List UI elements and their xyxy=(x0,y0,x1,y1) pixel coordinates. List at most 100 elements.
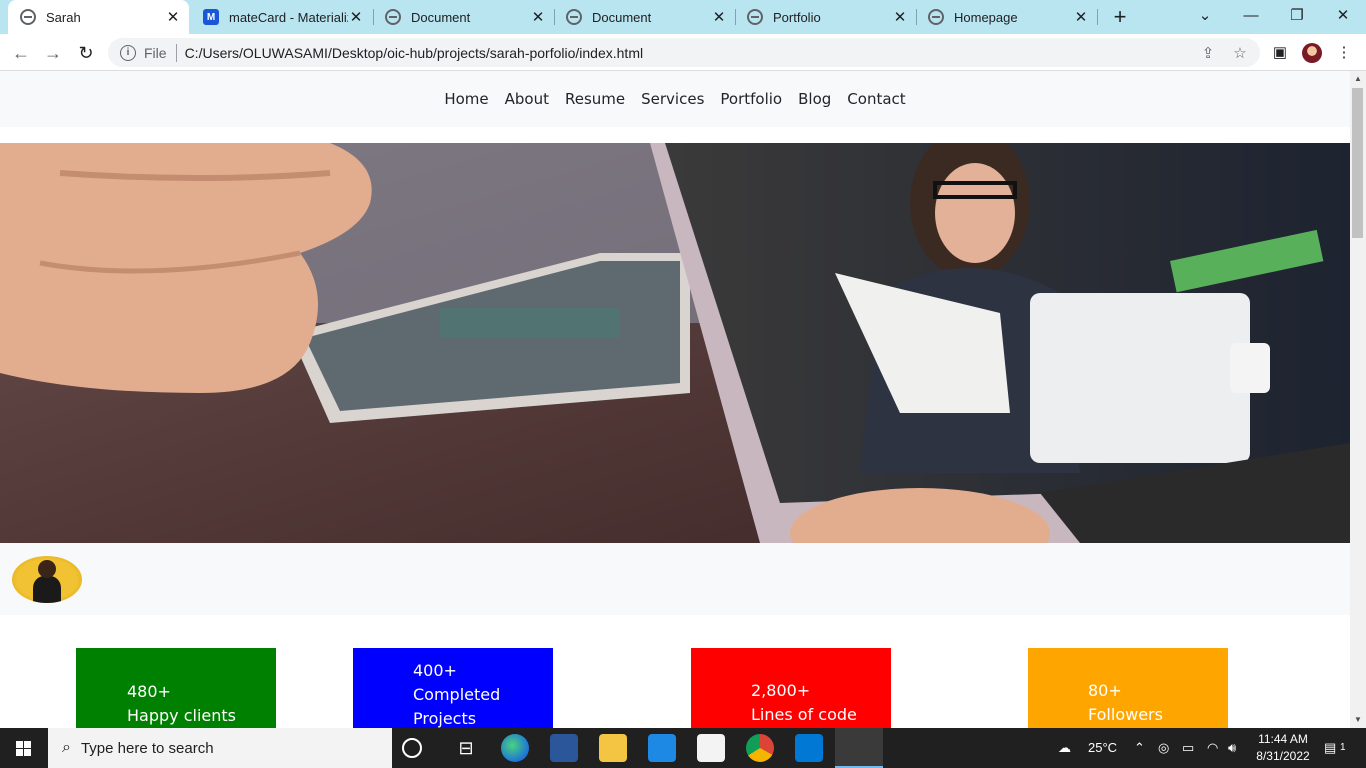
url-text[interactable]: C:/Users/OLUWASAMI/Desktop/oic-hub/proje… xyxy=(185,45,1196,61)
close-icon[interactable]: ✕ xyxy=(892,8,908,26)
tab-title: Sarah xyxy=(46,9,81,25)
mail-icon[interactable] xyxy=(648,734,676,762)
stat-label: Followers xyxy=(1088,705,1163,724)
task-view-icon[interactable]: ⊟ xyxy=(452,734,480,762)
profile-band xyxy=(0,543,1350,615)
cortana-icon[interactable] xyxy=(402,738,422,758)
close-icon[interactable]: ✕ xyxy=(711,8,727,26)
tab-document-1[interactable]: Document ✕ xyxy=(373,0,554,34)
page-viewport: Home About Resume Services Portfolio Blo… xyxy=(0,71,1350,728)
tab-title: mateCard - Materializ xyxy=(229,9,348,25)
tab-homepage[interactable]: Homepage ✕ xyxy=(916,0,1097,34)
tab-sarah[interactable]: Sarah ✕ xyxy=(8,0,189,34)
stat-value: 400+ xyxy=(413,661,457,680)
share-icon[interactable]: ⇪ xyxy=(1196,44,1220,62)
stat-value: 480+ xyxy=(127,682,171,701)
globe-icon xyxy=(747,9,763,25)
profile-avatar-image xyxy=(12,556,82,603)
stat-label: Completed xyxy=(413,685,501,704)
chrome-profile-active-icon[interactable] xyxy=(835,728,883,768)
clock-date: 8/31/2022 xyxy=(1256,749,1310,763)
scroll-thumb[interactable] xyxy=(1352,88,1363,238)
stat-card-code: 2,800+ Lines of code xyxy=(691,648,891,728)
weather-icon[interactable]: ☁ xyxy=(1058,728,1071,768)
nav-about[interactable]: About xyxy=(505,90,549,108)
tab-search-chevron-icon[interactable]: ⌄ xyxy=(1182,2,1228,30)
chrome-icon[interactable] xyxy=(746,734,774,762)
stat-card-clients: 480+ Happy clients xyxy=(76,648,276,728)
globe-icon xyxy=(928,9,944,25)
tab-document-2[interactable]: Document ✕ xyxy=(554,0,735,34)
profile-avatar[interactable] xyxy=(1302,43,1322,63)
address-bar[interactable]: i File C:/Users/OLUWASAMI/Desktop/oic-hu… xyxy=(108,38,1260,67)
stat-value: 2,800+ xyxy=(751,681,811,700)
volume-icon[interactable]: 🔊︎ xyxy=(1228,728,1236,768)
nav-contact[interactable]: Contact xyxy=(847,90,905,108)
site-navbar: Home About Resume Services Portfolio Blo… xyxy=(0,71,1350,127)
windows-logo-icon xyxy=(16,741,31,756)
taskbar-search[interactable]: ⌕ Type here to search xyxy=(48,728,392,768)
scroll-up-arrow-icon[interactable]: ▲ xyxy=(1350,71,1366,87)
page-scrollbar[interactable]: ▲ ▼ xyxy=(1350,71,1366,728)
materialize-icon: M xyxy=(203,9,219,25)
battery-icon[interactable]: ▭ xyxy=(1182,728,1194,768)
search-icon: ⌕ xyxy=(62,739,71,756)
tab-matecard[interactable]: M mateCard - Materializ ✕ xyxy=(191,0,372,34)
tab-title: Homepage xyxy=(954,9,1018,25)
start-button[interactable] xyxy=(0,728,48,768)
minimize-button[interactable]: — xyxy=(1228,2,1274,30)
info-icon[interactable]: i xyxy=(120,44,136,61)
tab-title: Document xyxy=(411,9,471,25)
globe-icon xyxy=(20,9,36,25)
windows-taskbar: ⌕ Type here to search ⊟ ☁ 25°C ⌃ ◎ ▭ ◠ 🔊… xyxy=(0,728,1366,768)
edge-icon[interactable] xyxy=(501,734,529,762)
globe-icon xyxy=(385,9,401,25)
menu-kebab-icon[interactable]: ⋮ xyxy=(1334,43,1354,63)
side-panel-icon[interactable]: ▣ xyxy=(1270,43,1290,63)
clock-time: 11:44 AM xyxy=(1258,732,1308,746)
scroll-down-arrow-icon[interactable]: ▼ xyxy=(1350,712,1366,728)
stat-value: 80+ xyxy=(1088,681,1122,700)
stat-label: Lines of code xyxy=(751,705,857,724)
stat-card-followers: 80+ Followers xyxy=(1028,648,1228,728)
weather-temp[interactable]: 25°C xyxy=(1088,728,1117,768)
scheme-label: File xyxy=(144,44,167,61)
nav-services[interactable]: Services xyxy=(641,90,704,108)
tab-title: Document xyxy=(592,9,652,25)
close-window-button[interactable]: ✕ xyxy=(1320,2,1366,30)
hero-photo-illustration xyxy=(0,143,1350,543)
bookmark-star-icon[interactable]: ☆ xyxy=(1228,44,1252,62)
notification-icon[interactable]: ▤ xyxy=(1324,728,1336,768)
close-icon[interactable]: ✕ xyxy=(1073,8,1089,26)
close-icon[interactable]: ✕ xyxy=(348,8,364,26)
close-icon[interactable]: ✕ xyxy=(530,8,546,26)
forward-button[interactable]: → xyxy=(40,40,66,66)
tab-title: Portfolio xyxy=(773,9,821,25)
hero-image xyxy=(0,143,1350,543)
system-clock[interactable]: 11:44 AM 8/31/2022 xyxy=(1250,731,1316,765)
nav-portfolio[interactable]: Portfolio xyxy=(720,90,782,108)
notification-count: 1 xyxy=(1340,742,1346,753)
store-icon[interactable] xyxy=(697,734,725,762)
restore-button[interactable]: ❐ xyxy=(1274,2,1320,30)
stat-label-2: Projects xyxy=(413,709,477,728)
nav-resume[interactable]: Resume xyxy=(565,90,625,108)
word-icon[interactable] xyxy=(550,734,578,762)
stat-card-projects: 400+ Completed Projects xyxy=(353,648,553,728)
nav-blog[interactable]: Blog xyxy=(798,90,831,108)
new-tab-button[interactable]: + xyxy=(1108,4,1132,30)
globe-icon xyxy=(566,9,582,25)
file-explorer-icon[interactable] xyxy=(599,734,627,762)
nav-home[interactable]: Home xyxy=(444,90,488,108)
tab-separator xyxy=(1097,9,1098,25)
browser-toolbar: ← → ↻ i File C:/Users/OLUWASAMI/Desktop/… xyxy=(0,34,1366,71)
wifi-icon[interactable]: ◠ xyxy=(1207,728,1218,768)
close-icon[interactable]: ✕ xyxy=(165,8,181,26)
vscode-icon[interactable] xyxy=(795,734,823,762)
tab-portfolio[interactable]: Portfolio ✕ xyxy=(735,0,916,34)
back-button[interactable]: ← xyxy=(8,40,34,66)
browser-tab-strip: Sarah ✕ M mateCard - Materializ ✕ Docume… xyxy=(0,0,1366,34)
reload-button[interactable]: ↻ xyxy=(73,40,99,66)
meet-now-icon[interactable]: ◎ xyxy=(1158,728,1169,768)
tray-chevron-icon[interactable]: ⌃ xyxy=(1134,728,1145,768)
